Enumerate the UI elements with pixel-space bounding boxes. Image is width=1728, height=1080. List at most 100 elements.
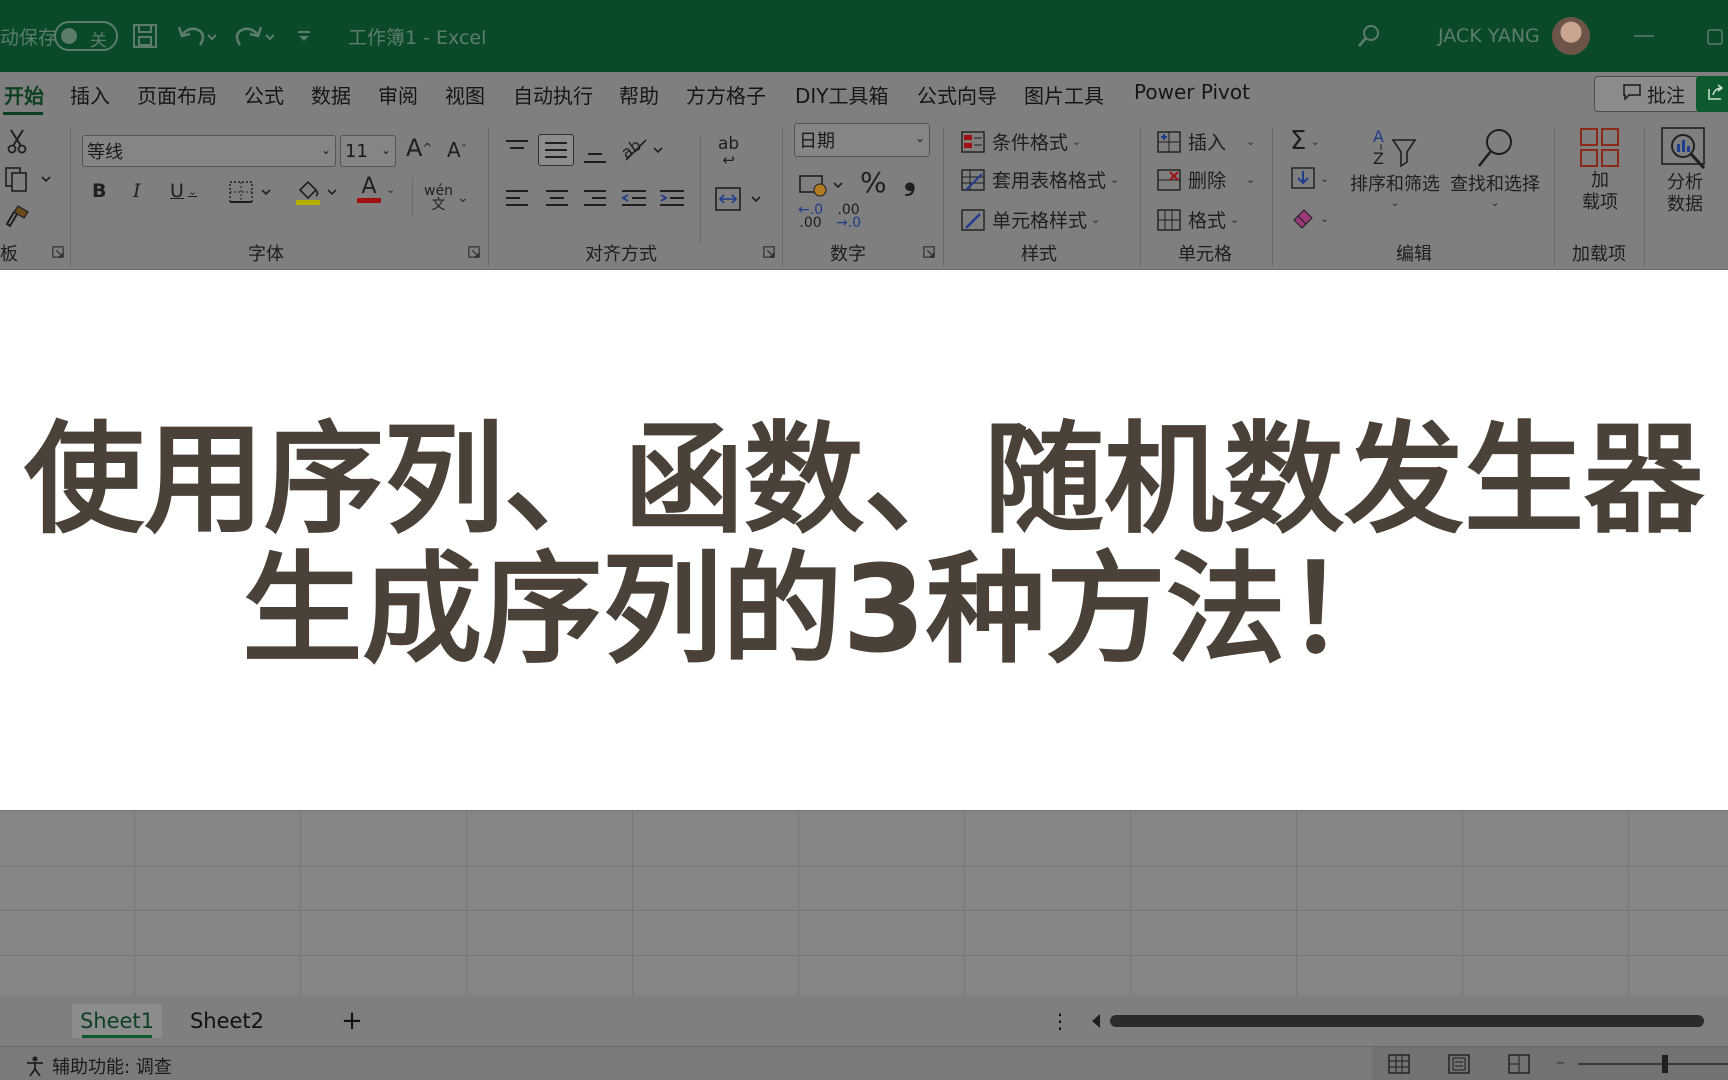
comma-style-button[interactable]: ❟ [904, 162, 916, 197]
horizontal-scrollbar[interactable] [1110, 1015, 1704, 1027]
format-as-table-label: 套用表格格式 [992, 170, 1107, 192]
page-break-view-icon[interactable] [1508, 1054, 1530, 1074]
more-options-icon[interactable]: ⋮ [1050, 1004, 1070, 1038]
font-dialog-launcher-icon[interactable] [468, 246, 480, 258]
font-size-combo[interactable]: 11 ⌄ [340, 135, 396, 167]
zoom-slider-handle[interactable] [1662, 1055, 1668, 1073]
eraser-icon [1293, 209, 1313, 229]
increase-decimal-button[interactable]: ←.0.00 [798, 203, 823, 231]
increase-indent-icon[interactable] [658, 188, 686, 210]
shrink-font-button[interactable]: Aˇ [447, 138, 467, 162]
fill-button[interactable]: ⌄ [1290, 166, 1329, 190]
avatar[interactable] [1552, 0, 1590, 72]
conditional-formatting-button[interactable]: 条件格式 ⌄ [960, 128, 1081, 155]
format-painter-icon[interactable] [4, 204, 30, 228]
italic-button[interactable]: I [133, 180, 141, 202]
delete-cells-icon [1157, 168, 1181, 191]
align-middle-button[interactable] [538, 134, 574, 166]
undo-icon[interactable] [176, 0, 216, 72]
group-separator [943, 128, 944, 266]
ribbon-tabs: 开始 插入 页面布局 公式 数据 审阅 视图 自动执行 帮助 方方格子 DIY工… [0, 72, 1728, 118]
page-layout-view-icon[interactable] [1448, 1054, 1470, 1074]
cell-styles-button[interactable]: 单元格样式 ⌄ [960, 206, 1100, 233]
font-name-combo[interactable]: 等线 ⌄ [82, 135, 336, 167]
addins-button[interactable]: 加 载项 [1578, 126, 1622, 214]
find-select-button[interactable]: 查找和选择 ⌄ [1450, 126, 1540, 209]
tab-automate[interactable]: 自动执行 [513, 80, 593, 110]
merge-center-icon[interactable] [714, 184, 764, 214]
autosum-button[interactable]: Σ ⌄ [1290, 126, 1320, 156]
alignment-dialog-launcher-icon[interactable] [763, 246, 775, 258]
bold-button[interactable]: B [92, 180, 106, 202]
group-separator [782, 128, 783, 266]
align-center-icon[interactable] [544, 188, 570, 210]
user-name[interactable]: JACK YANG [1438, 0, 1540, 72]
number-dialog-launcher-icon[interactable] [923, 246, 935, 258]
zoom-slider[interactable] [1578, 1063, 1728, 1065]
tab-power-pivot[interactable]: Power Pivot [1134, 80, 1250, 110]
cut-icon[interactable] [6, 128, 28, 154]
autosave-toggle[interactable]: 关 [54, 0, 118, 72]
chevron-down-icon: ⌄ [456, 190, 469, 206]
align-left-icon[interactable] [504, 188, 530, 210]
align-bottom-icon[interactable] [582, 144, 608, 166]
wrap-text-button[interactable]: ab ↩ [718, 136, 739, 169]
tab-formula-wizard[interactable]: 公式向导 [917, 80, 997, 110]
share-button[interactable] [1696, 76, 1728, 112]
worksheet-grid[interactable] [0, 810, 1728, 996]
percent-style-button[interactable]: % [860, 166, 887, 199]
grow-font-button[interactable]: A ^ [406, 134, 432, 162]
tab-insert[interactable]: 插入 [70, 80, 110, 110]
delete-cells-button[interactable]: 删除 ⌄ [1156, 166, 1255, 193]
addins-icon [1580, 128, 1619, 167]
maximize-icon[interactable] [1706, 0, 1726, 72]
underline-button[interactable]: U ⌄ [170, 180, 197, 202]
orientation-icon[interactable]: ab [620, 134, 666, 164]
decrease-indent-icon[interactable] [620, 188, 648, 210]
redo-icon[interactable] [234, 0, 274, 72]
font-color-button[interactable]: A ⌄ [356, 176, 395, 203]
tab-ffgz[interactable]: 方方格子 [686, 80, 766, 110]
chevron-down-icon: ⌄ [386, 183, 396, 196]
tab-diy-toolbox[interactable]: DIY工具箱 [795, 80, 889, 110]
increase-decimal-icon: .00 [799, 215, 822, 231]
scroll-left-icon[interactable] [1090, 1013, 1102, 1029]
sheet-tab-sheet1[interactable]: Sheet1 [72, 1004, 162, 1038]
copy-icon[interactable] [4, 166, 52, 192]
sort-filter-button[interactable]: AZ 排序和筛选 ⌄ [1350, 126, 1440, 209]
tab-review[interactable]: 审阅 [378, 80, 418, 110]
fill-color-button[interactable] [294, 176, 340, 206]
align-top-icon[interactable] [504, 138, 530, 160]
align-right-icon[interactable] [582, 188, 608, 210]
format-cells-button[interactable]: 格式 ⌄ [1156, 206, 1239, 233]
accessibility-status[interactable]: 辅助功能: 调查 [24, 1053, 172, 1079]
number-format-combo[interactable]: 日期 ⌄ [794, 123, 930, 157]
add-sheet-button[interactable]: + [334, 1004, 370, 1038]
borders-button[interactable] [228, 178, 274, 206]
cell-styles-label: 单元格样式 [992, 210, 1088, 232]
analyze-data-button[interactable]: 分析 数据 [1660, 126, 1710, 216]
save-icon[interactable] [132, 0, 158, 72]
accounting-format-icon[interactable] [798, 170, 848, 200]
tab-data[interactable]: 数据 [311, 80, 351, 110]
minimize-icon[interactable] [1634, 0, 1654, 72]
search-icon[interactable] [1356, 0, 1382, 72]
decrease-decimal-button[interactable]: .00 →.0 [836, 203, 861, 230]
tab-picture-tools[interactable]: 图片工具 [1024, 80, 1104, 110]
zoom-out-button[interactable]: – [1556, 1052, 1565, 1073]
normal-view-icon[interactable] [1388, 1054, 1410, 1074]
tab-view[interactable]: 视图 [445, 80, 485, 110]
chevron-down-icon: ⌄ [320, 143, 331, 157]
format-as-table-button[interactable]: 套用表格格式 ⌄ [960, 166, 1119, 193]
tab-help[interactable]: 帮助 [619, 80, 659, 110]
tab-formulas[interactable]: 公式 [244, 80, 284, 110]
customize-qat-icon[interactable] [296, 0, 312, 72]
tab-page-layout[interactable]: 页面布局 [137, 80, 217, 110]
tab-home[interactable]: 开始 [4, 80, 44, 110]
clear-button[interactable]: ⌄ [1290, 206, 1329, 230]
comment-icon [1623, 83, 1641, 105]
phonetic-guide-button[interactable]: wén 文 ⌄ [424, 184, 469, 212]
clipboard-dialog-launcher-icon[interactable] [52, 246, 64, 258]
insert-cells-button[interactable]: 插入 ⌄ [1156, 128, 1255, 155]
sheet-tab-sheet2[interactable]: Sheet2 [180, 1004, 274, 1038]
